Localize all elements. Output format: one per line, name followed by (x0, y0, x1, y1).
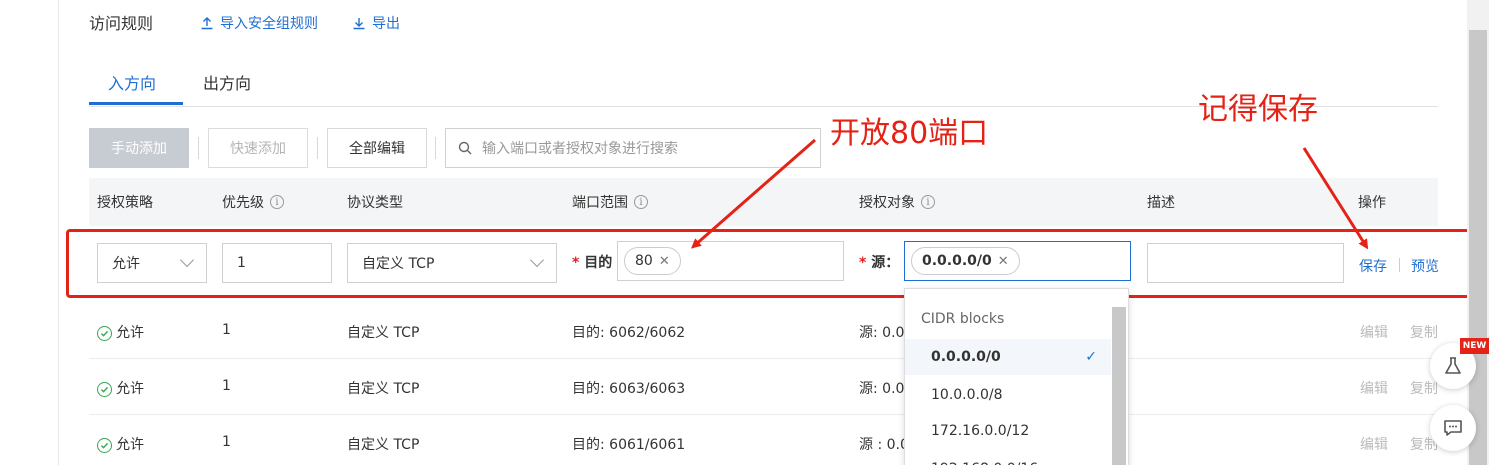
chat-float-button[interactable] (1430, 405, 1476, 451)
annotation-arrow-port (690, 138, 816, 249)
annotation-arrow-save (1302, 147, 1369, 250)
page-scrollbar-thumb[interactable] (1469, 30, 1487, 465)
annotation-arrows (690, 138, 1369, 250)
flask-icon (1445, 357, 1461, 374)
chat-icon (1444, 420, 1462, 436)
new-badge: NEW (1460, 338, 1489, 354)
